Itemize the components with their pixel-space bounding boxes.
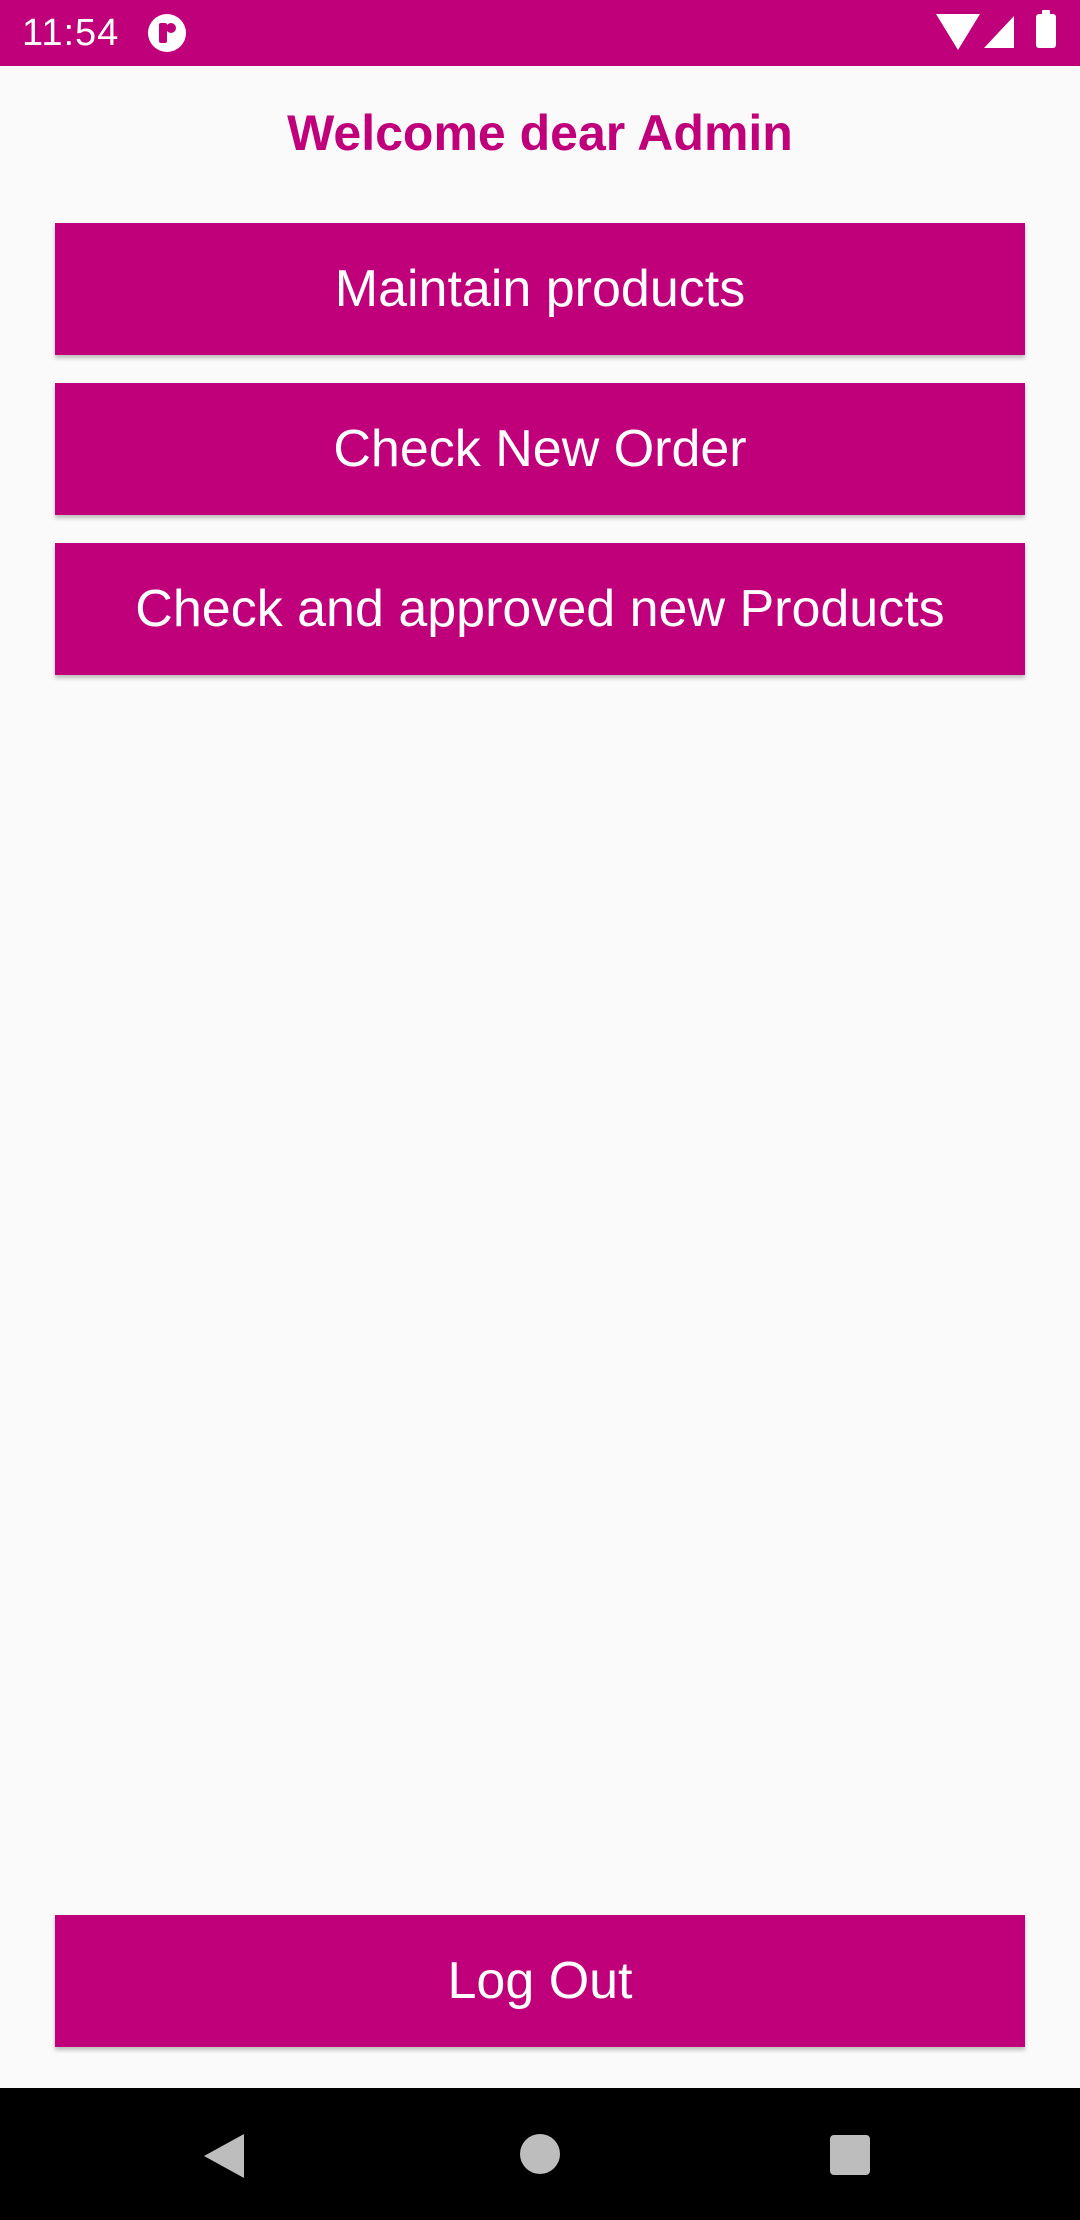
maintain-products-button[interactable]: Maintain products bbox=[55, 223, 1025, 355]
recents-icon[interactable] bbox=[830, 2135, 870, 2175]
page-title: Welcome dear Admin bbox=[287, 105, 793, 161]
admin-home-screen: 11:54 Welcome dear Admin Maintain produc… bbox=[0, 0, 1080, 2220]
logout-button[interactable]: Log Out bbox=[55, 1915, 1025, 2047]
signal-icon bbox=[984, 16, 1014, 48]
back-icon[interactable] bbox=[204, 2134, 244, 2178]
status-bar: 11:54 bbox=[0, 0, 1080, 66]
home-icon[interactable] bbox=[520, 2134, 560, 2174]
status-time: 11:54 bbox=[22, 12, 120, 54]
navigation-bar bbox=[0, 2088, 1080, 2220]
app-notification-icon bbox=[148, 14, 186, 52]
approve-new-products-button[interactable]: Check and approved new Products bbox=[55, 543, 1025, 675]
check-new-order-button[interactable]: Check New Order bbox=[55, 383, 1025, 515]
battery-icon bbox=[1036, 10, 1056, 48]
wifi-icon bbox=[936, 14, 980, 50]
